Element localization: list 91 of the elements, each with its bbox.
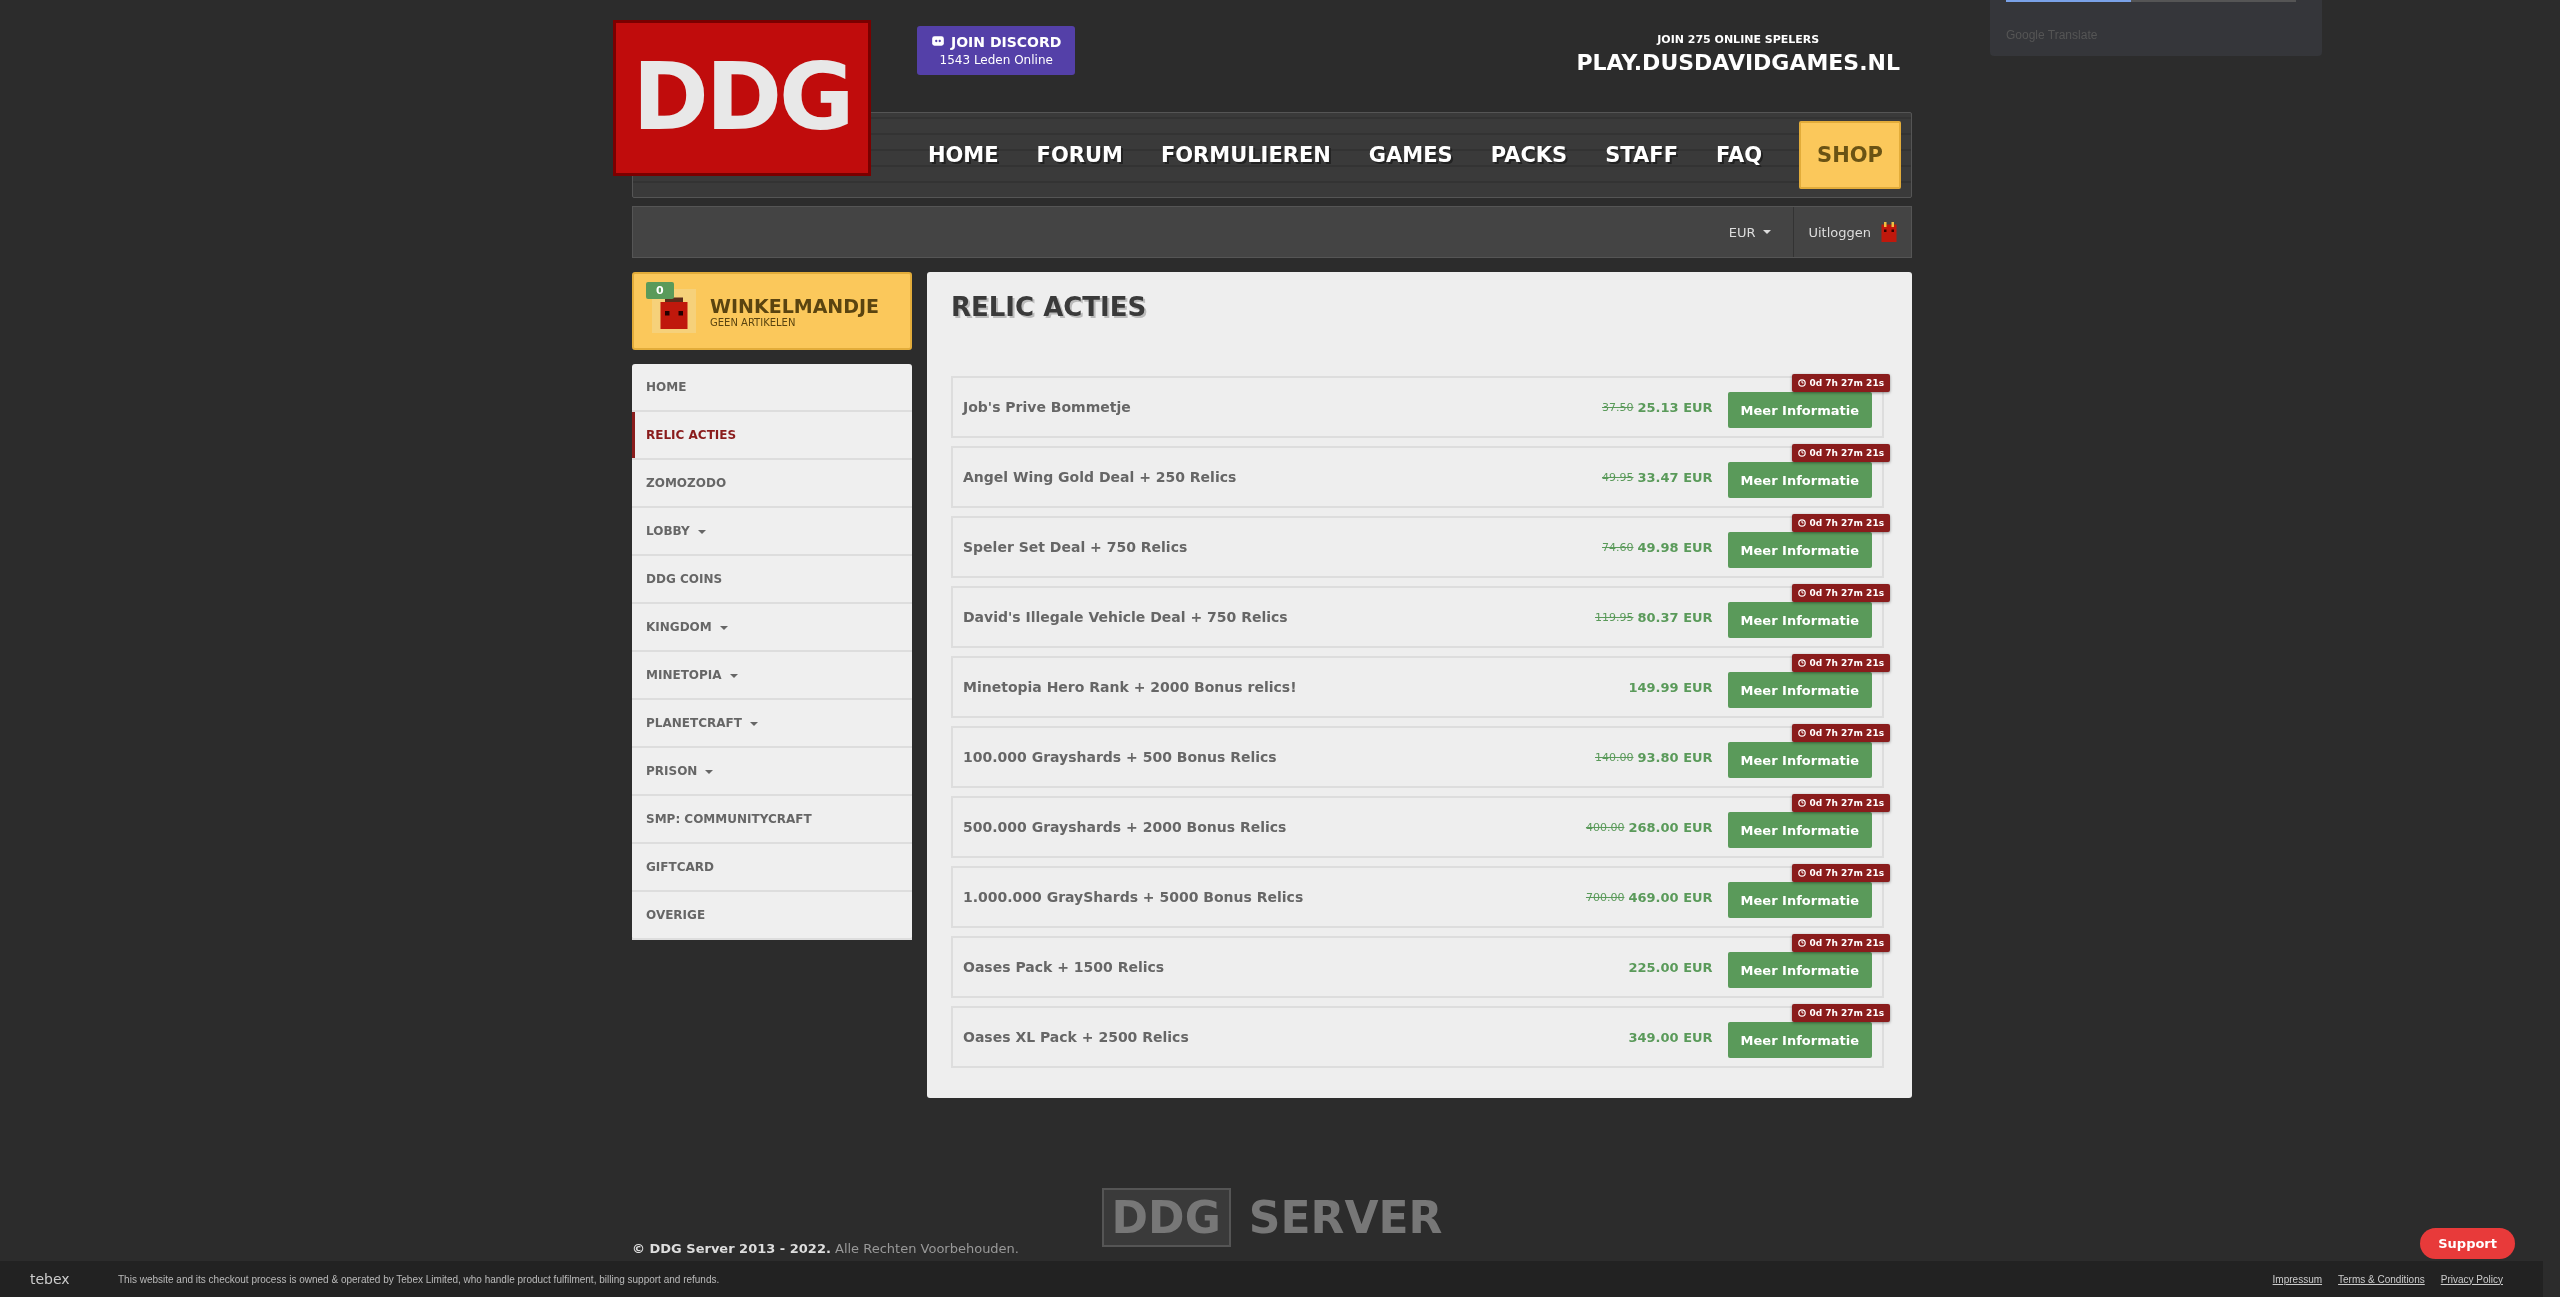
timer-badge: 0d 7h 27m 21s <box>1792 514 1890 532</box>
cart-status: GEEN ARTIKELEN <box>710 316 796 328</box>
discord-members: 1543 Leden Online <box>938 53 1054 67</box>
product-price: 33.47 EUR <box>1637 469 1713 485</box>
timer-badge: 0d 7h 27m 21s <box>1792 934 1890 952</box>
product-price: 268.00 EUR <box>1628 819 1713 835</box>
sidebar-item[interactable]: PRISON <box>632 748 912 796</box>
sidebar-item[interactable]: PLANETCRAFT <box>632 700 912 748</box>
product-price: 93.80 EUR <box>1637 749 1713 765</box>
logout-link[interactable]: Uitloggen <box>1794 224 1879 240</box>
product-price: 49.98 EUR <box>1637 539 1713 555</box>
sidebar-item[interactable]: SMP: COMMUNITYCRAFT <box>632 796 912 844</box>
footer-link[interactable]: Terms & Conditions <box>2338 1273 2425 1285</box>
nav-link[interactable]: FORMULIEREN <box>1141 143 1350 167</box>
discord-title: JOIN DISCORD <box>951 34 1062 50</box>
old-price: 49.95 <box>1602 470 1634 484</box>
avatar-icon <box>1879 222 1899 242</box>
product-price: 149.99 EUR <box>1628 679 1713 695</box>
info-button[interactable]: Meer Informatie <box>1727 462 1872 498</box>
page-title: RELIC ACTIES <box>951 292 1148 322</box>
product-price: 469.00 EUR <box>1628 889 1713 905</box>
online-players: JOIN 275 ONLINE SPELERS <box>1655 33 1821 46</box>
sidebar-item[interactable]: DDG COINS <box>632 556 912 604</box>
old-price: 140.00 <box>1595 750 1634 764</box>
copyright-text: © DDG Server 2013 - 2022. Alle Rechten Voorbehouden. <box>632 1241 1020 1256</box>
logo[interactable]: DDG <box>613 20 871 176</box>
old-price: 400.00 <box>1585 820 1625 834</box>
nav-link[interactable]: STAFF <box>1586 143 1697 167</box>
info-button[interactable]: Meer Informatie <box>1727 952 1872 988</box>
timer-badge: 0d 7h 27m 21s <box>1792 444 1890 462</box>
product-name: Speler Set Deal + 750 Relics <box>963 539 1189 555</box>
old-price: 119.95 <box>1595 610 1634 624</box>
product-name: Minetopia Hero Rank + 2000 Bonus relics! <box>963 679 1298 695</box>
info-button[interactable]: Meer Informatie <box>1727 672 1872 708</box>
product-name: Oases XL Pack + 2500 Relics <box>963 1029 1190 1045</box>
cart-panel[interactable]: 0 WINKELMANDJE GEEN ARTIKELEN <box>632 272 912 350</box>
sidebar-item[interactable]: ZOMOZODO <box>632 460 912 508</box>
timer-badge: 0d 7h 27m 21s <box>1792 584 1890 602</box>
product-price: 225.00 EUR <box>1628 959 1713 975</box>
product-price: 80.37 EUR <box>1637 609 1713 625</box>
info-button[interactable]: Meer Informatie <box>1727 882 1872 918</box>
timer-badge: 0d 7h 27m 21s <box>1792 794 1890 812</box>
sidebar-item[interactable]: GIFTCARD <box>632 844 912 892</box>
product-name: Angel Wing Gold Deal + 250 Relics <box>963 469 1238 485</box>
product-price: 349.00 EUR <box>1628 1029 1713 1045</box>
info-button[interactable]: Meer Informatie <box>1727 1022 1872 1058</box>
product-name: Oases Pack + 1500 Relics <box>963 959 1166 975</box>
tebex-logo[interactable]: tebex <box>30 1271 118 1287</box>
timer-badge: 0d 7h 27m 21s <box>1792 654 1890 672</box>
sidebar-item[interactable]: LOBBY <box>632 508 912 556</box>
old-price: 74.60 <box>1602 540 1634 554</box>
old-price: 700.00 <box>1585 890 1625 904</box>
cart-title: WINKELMANDJE <box>710 294 880 317</box>
timer-badge: 0d 7h 27m 21s <box>1792 724 1890 742</box>
nav-link[interactable]: FORUM <box>1017 143 1142 167</box>
footer-link[interactable]: Impressum <box>2272 1273 2323 1285</box>
info-button[interactable]: Meer Informatie <box>1727 742 1872 778</box>
server-address: PLAY.DUSDAVIDGAMES.NL <box>1576 50 1900 75</box>
sidebar-item[interactable]: MINETOPIA <box>632 652 912 700</box>
nav-link[interactable]: HOME <box>908 143 1018 167</box>
timer-badge: 0d 7h 27m 21s <box>1792 1004 1890 1022</box>
currency-dropdown[interactable]: EUR <box>1706 207 1795 257</box>
footer-logo: DDG <box>1101 1188 1231 1247</box>
discord-button[interactable]: JOIN DISCORD 1543 Leden Online <box>917 26 1076 75</box>
sidebar-item[interactable]: KINGDOM <box>632 604 912 652</box>
info-button[interactable]: Meer Informatie <box>1727 392 1872 428</box>
footer-link[interactable]: Privacy Policy <box>2440 1273 2503 1285</box>
product-name: 500.000 Grayshards + 2000 Bonus Relics <box>963 819 1288 835</box>
nav-link[interactable]: GAMES <box>1349 143 1472 167</box>
timer-badge: 0d 7h 27m 21s <box>1792 374 1890 392</box>
product-name: Job's Prive Bommetje <box>963 399 1132 415</box>
info-button[interactable]: Meer Informatie <box>1727 532 1872 568</box>
product-name: David's Illegale Vehicle Deal + 750 Relics <box>963 609 1289 625</box>
product-name: 100.000 Grayshards + 500 Bonus Relics <box>963 749 1278 765</box>
old-price: 37.50 <box>1602 400 1634 414</box>
chat-icon <box>931 34 945 48</box>
nav-link[interactable]: PACKS <box>1471 143 1587 167</box>
footer-logo-text: SERVER <box>1248 1192 1443 1243</box>
sidebar-item[interactable]: OVERIGE <box>632 892 912 940</box>
sidebar-item[interactable]: RELIC ACTIES <box>632 412 912 460</box>
info-button[interactable]: Meer Informatie <box>1727 602 1872 638</box>
info-button[interactable]: Meer Informatie <box>1727 812 1872 848</box>
nav-link[interactable]: FAQ <box>1697 143 1782 167</box>
sidebar-item[interactable]: HOME <box>632 364 912 412</box>
product-name: 1.000.000 GrayShards + 5000 Bonus Relics <box>963 889 1305 905</box>
timer-badge: 0d 7h 27m 21s <box>1792 864 1890 882</box>
product-price: 25.13 EUR <box>1637 399 1713 415</box>
shop-button[interactable]: SHOP <box>1799 121 1901 189</box>
tebex-notice: This website and its checkout process is owned & operated by Tebex Limited, who handle product fulfilment, billing support and refunds. <box>118 1273 720 1285</box>
support-button[interactable]: Support <box>2420 1228 2515 1259</box>
cart-count: 0 <box>646 282 674 299</box>
